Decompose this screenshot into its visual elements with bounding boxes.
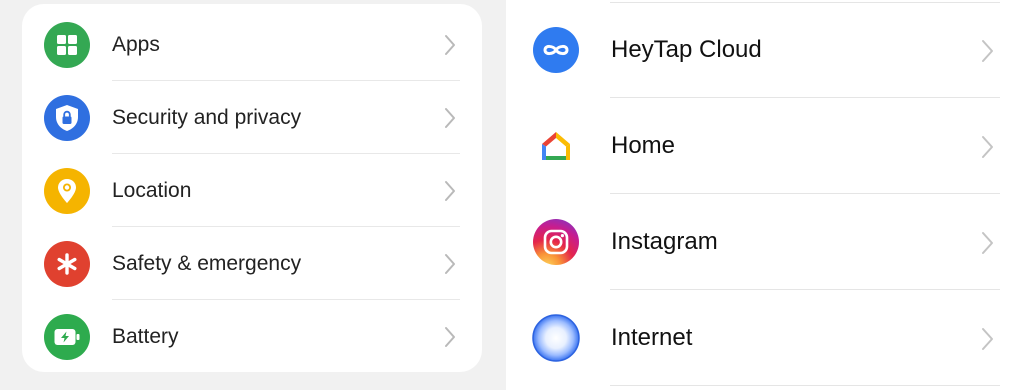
chevron-right-icon [444, 180, 456, 202]
settings-item-location[interactable]: Location [22, 154, 482, 227]
internet-browser-icon [532, 314, 580, 362]
shield-lock-icon [44, 95, 90, 141]
settings-item-label: Location [112, 179, 192, 202]
instagram-icon [532, 218, 580, 266]
settings-item-security-privacy[interactable]: Security and privacy [22, 81, 482, 154]
battery-charging-icon [44, 314, 90, 360]
settings-list-left: Apps Security and privacy Location Safet… [22, 4, 482, 372]
settings-item-label: Battery [112, 325, 179, 348]
settings-item-battery[interactable]: Battery [22, 300, 482, 372]
divider [610, 385, 1000, 386]
chevron-right-icon [981, 231, 994, 255]
chevron-right-icon [981, 135, 994, 159]
asterisk-icon [44, 241, 90, 287]
chevron-right-icon [981, 39, 994, 63]
chevron-right-icon [444, 253, 456, 275]
settings-item-apps[interactable]: Apps [22, 8, 482, 81]
settings-item-label: Safety & emergency [112, 252, 302, 275]
settings-item-safety-emergency[interactable]: Safety & emergency [22, 227, 482, 300]
app-item-heytap-cloud[interactable]: HeyTap Cloud [506, 2, 1024, 98]
settings-item-label: Security and privacy [112, 106, 302, 129]
chevron-right-icon [444, 107, 456, 129]
settings-item-label: Apps [112, 33, 160, 56]
app-item-label: HeyTap Cloud [611, 36, 762, 63]
chevron-right-icon [444, 326, 456, 348]
chevron-right-icon [444, 34, 456, 56]
app-item-home[interactable]: Home [506, 98, 1024, 194]
apps-icon [44, 22, 90, 68]
google-home-icon [532, 122, 580, 170]
chevron-right-icon [981, 327, 994, 351]
app-item-label: Home [611, 132, 676, 159]
app-item-instagram[interactable]: Instagram [506, 194, 1024, 290]
app-item-label: Internet [611, 324, 693, 351]
app-list-right: HeyTap Cloud Home Instagram Internet [506, 0, 1024, 390]
app-item-label: Instagram [611, 228, 718, 255]
heytap-cloud-icon [532, 26, 580, 74]
location-pin-icon [44, 168, 90, 214]
app-item-internet[interactable]: Internet [506, 290, 1024, 386]
